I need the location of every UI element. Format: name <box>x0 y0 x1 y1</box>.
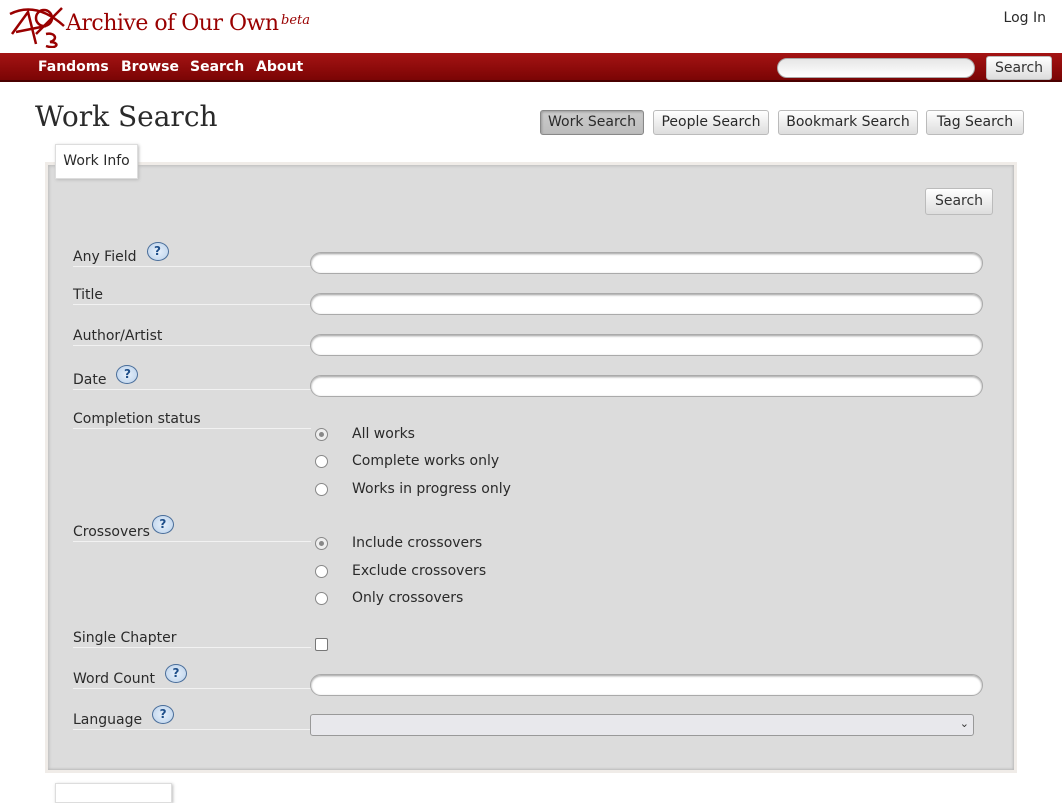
date-label: Date ? <box>73 365 311 390</box>
crossovers-option-exclude[interactable]: Exclude crossovers <box>315 563 486 579</box>
any-field-help-icon[interactable]: ? <box>146 242 169 261</box>
language-label-text: Language <box>73 712 143 728</box>
primary-nav: Fandoms Browse Search About Search <box>0 53 1062 82</box>
ao3-logo-icon[interactable] <box>6 4 68 48</box>
tab-people-search[interactable]: People Search <box>653 110 769 135</box>
site-title[interactable]: Archive of Our Own <box>66 11 279 36</box>
author-label-text: Author/Artist <box>73 328 163 344</box>
any-field-input[interactable] <box>310 252 983 274</box>
form-search-button[interactable]: Search <box>925 188 993 215</box>
site-search-button[interactable]: Search <box>986 56 1052 80</box>
login-link[interactable]: Log In <box>1004 10 1046 26</box>
tab-bookmark-search[interactable]: Bookmark Search <box>778 110 918 135</box>
next-fieldset-legend <box>55 783 172 803</box>
language-help-icon[interactable]: ? <box>152 705 175 724</box>
option-label: Include crossovers <box>352 535 483 551</box>
language-label: Language ? <box>73 705 311 730</box>
option-label: Works in progress only <box>352 481 511 497</box>
radio-button[interactable] <box>315 427 328 441</box>
title-label-text: Title <box>73 287 104 303</box>
work-info-legend: Work Info <box>55 144 138 179</box>
word-count-help-icon[interactable]: ? <box>165 664 188 683</box>
radio-button[interactable] <box>315 482 328 496</box>
site-search-input[interactable] <box>777 58 975 78</box>
nav-item-about[interactable]: About <box>256 59 303 75</box>
option-label: Complete works only <box>352 453 500 469</box>
completion-option-in-progress[interactable]: Works in progress only <box>315 481 511 497</box>
completion-label-text: Completion status <box>73 411 201 427</box>
crossovers-option-include[interactable]: Include crossovers <box>315 535 482 551</box>
word-count-input[interactable] <box>310 674 983 696</box>
site-beta-label: beta <box>281 13 310 28</box>
author-input[interactable] <box>310 334 983 356</box>
radio-button[interactable] <box>315 564 328 578</box>
crossovers-help-icon[interactable]: ? <box>151 515 174 534</box>
crossovers-label-text: Crossovers <box>73 524 150 540</box>
single-chapter-label-text: Single Chapter <box>73 630 177 646</box>
tab-work-search[interactable]: Work Search <box>540 110 644 135</box>
radio-button[interactable] <box>315 591 328 605</box>
single-chapter-label: Single Chapter <box>73 624 311 648</box>
title-input[interactable] <box>310 293 983 315</box>
completion-label: Completion status <box>73 405 311 429</box>
completion-option-all[interactable]: All works <box>315 426 415 442</box>
crossovers-option-only[interactable]: Only crossovers <box>315 590 463 606</box>
any-field-label-text: Any Field <box>73 249 137 265</box>
option-label: All works <box>352 426 415 442</box>
option-label: Exclude crossovers <box>352 563 487 579</box>
date-input[interactable] <box>310 375 983 397</box>
any-field-label: Any Field ? <box>73 242 311 267</box>
crossovers-label: Crossovers ? <box>73 515 311 542</box>
tab-tag-search[interactable]: Tag Search <box>926 110 1024 135</box>
word-count-label-text: Word Count <box>73 671 156 687</box>
title-label: Title <box>73 281 311 305</box>
site-header: Archive of Our Own beta Log In <box>0 0 1062 53</box>
nav-item-search[interactable]: Search <box>190 59 244 75</box>
radio-button[interactable] <box>315 454 328 468</box>
date-label-text: Date <box>73 372 107 388</box>
chevron-down-icon: ⌄ <box>959 717 969 730</box>
author-label: Author/Artist <box>73 322 311 346</box>
completion-option-complete[interactable]: Complete works only <box>315 453 499 469</box>
nav-item-fandoms[interactable]: Fandoms <box>38 59 109 75</box>
language-select[interactable]: ⌄ <box>310 714 974 736</box>
single-chapter-checkbox[interactable] <box>315 638 328 651</box>
nav-item-browse[interactable]: Browse <box>121 59 179 75</box>
date-help-icon[interactable]: ? <box>116 365 139 384</box>
page-title: Work Search <box>35 100 218 133</box>
word-count-label: Word Count ? <box>73 664 311 689</box>
option-label: Only crossovers <box>352 590 464 606</box>
radio-button[interactable] <box>315 536 328 550</box>
